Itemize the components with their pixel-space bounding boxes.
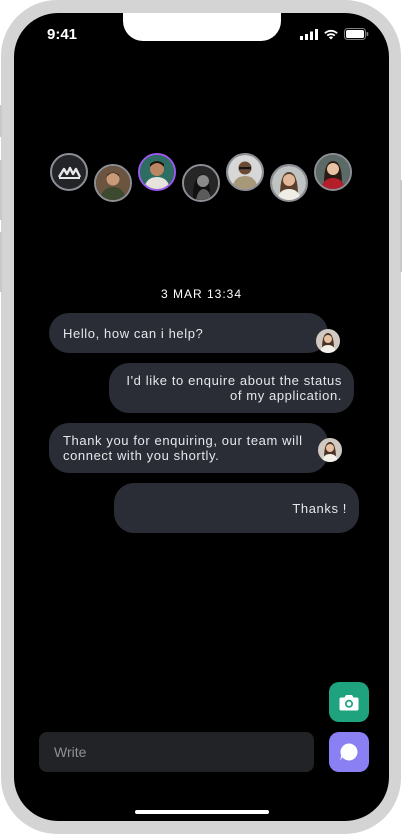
avatar-7[interactable] xyxy=(314,153,352,191)
status-icons xyxy=(300,28,369,40)
agent-avatar xyxy=(316,329,340,353)
person-photo-icon xyxy=(316,155,350,189)
person-photo-icon xyxy=(272,166,306,200)
person-photo-icon xyxy=(228,155,262,189)
outgoing-message: I'd like to enquire about the status of … xyxy=(109,363,354,413)
phone-frame: 9:41 3 MAR 13:34 Hello, how can i help? … xyxy=(0,0,402,834)
incoming-message: Hello, how can i help? xyxy=(49,313,328,353)
incoming-message: Thank you for enquiring, our team will c… xyxy=(49,423,328,473)
avatar-6[interactable] xyxy=(270,164,308,202)
signal-icon xyxy=(300,28,318,40)
camera-icon xyxy=(339,694,359,710)
agent-avatar xyxy=(318,438,342,462)
avatar-row xyxy=(50,153,356,203)
screen: 9:41 3 MAR 13:34 Hello, how can i help? … xyxy=(14,13,389,821)
volume-up-button xyxy=(0,160,2,220)
brand-logo-avatar[interactable] xyxy=(50,153,88,191)
person-photo-icon xyxy=(184,166,218,200)
message-text: Thank you for enquiring, our team will c… xyxy=(63,433,303,463)
status-time: 9:41 xyxy=(47,26,78,43)
person-photo-icon xyxy=(318,438,342,462)
volume-down-button xyxy=(0,232,2,292)
avatar-4[interactable] xyxy=(182,164,220,202)
chat-date-label: 3 MAR 13:34 xyxy=(160,287,243,301)
notch xyxy=(123,13,281,41)
battery-icon xyxy=(344,28,369,40)
mute-switch xyxy=(0,105,2,137)
chat-bubble-icon xyxy=(340,743,358,761)
avatar-2[interactable] xyxy=(94,164,132,202)
chat-button[interactable] xyxy=(329,732,369,772)
home-indicator xyxy=(135,810,269,814)
person-photo-icon xyxy=(316,329,340,353)
avatar-3[interactable] xyxy=(138,153,176,191)
wifi-icon xyxy=(324,29,338,39)
message-text: I'd like to enquire about the status of … xyxy=(126,373,342,403)
message-text: Thanks ! xyxy=(292,500,347,516)
camera-button[interactable] xyxy=(329,682,369,722)
brand-logo-icon xyxy=(57,166,82,179)
avatar-5[interactable] xyxy=(226,153,264,191)
message-input[interactable] xyxy=(39,732,314,772)
outgoing-message: Thanks ! xyxy=(114,483,359,533)
person-photo-icon xyxy=(140,155,174,189)
message-text: Hello, how can i help? xyxy=(63,325,204,341)
person-photo-icon xyxy=(96,166,130,200)
